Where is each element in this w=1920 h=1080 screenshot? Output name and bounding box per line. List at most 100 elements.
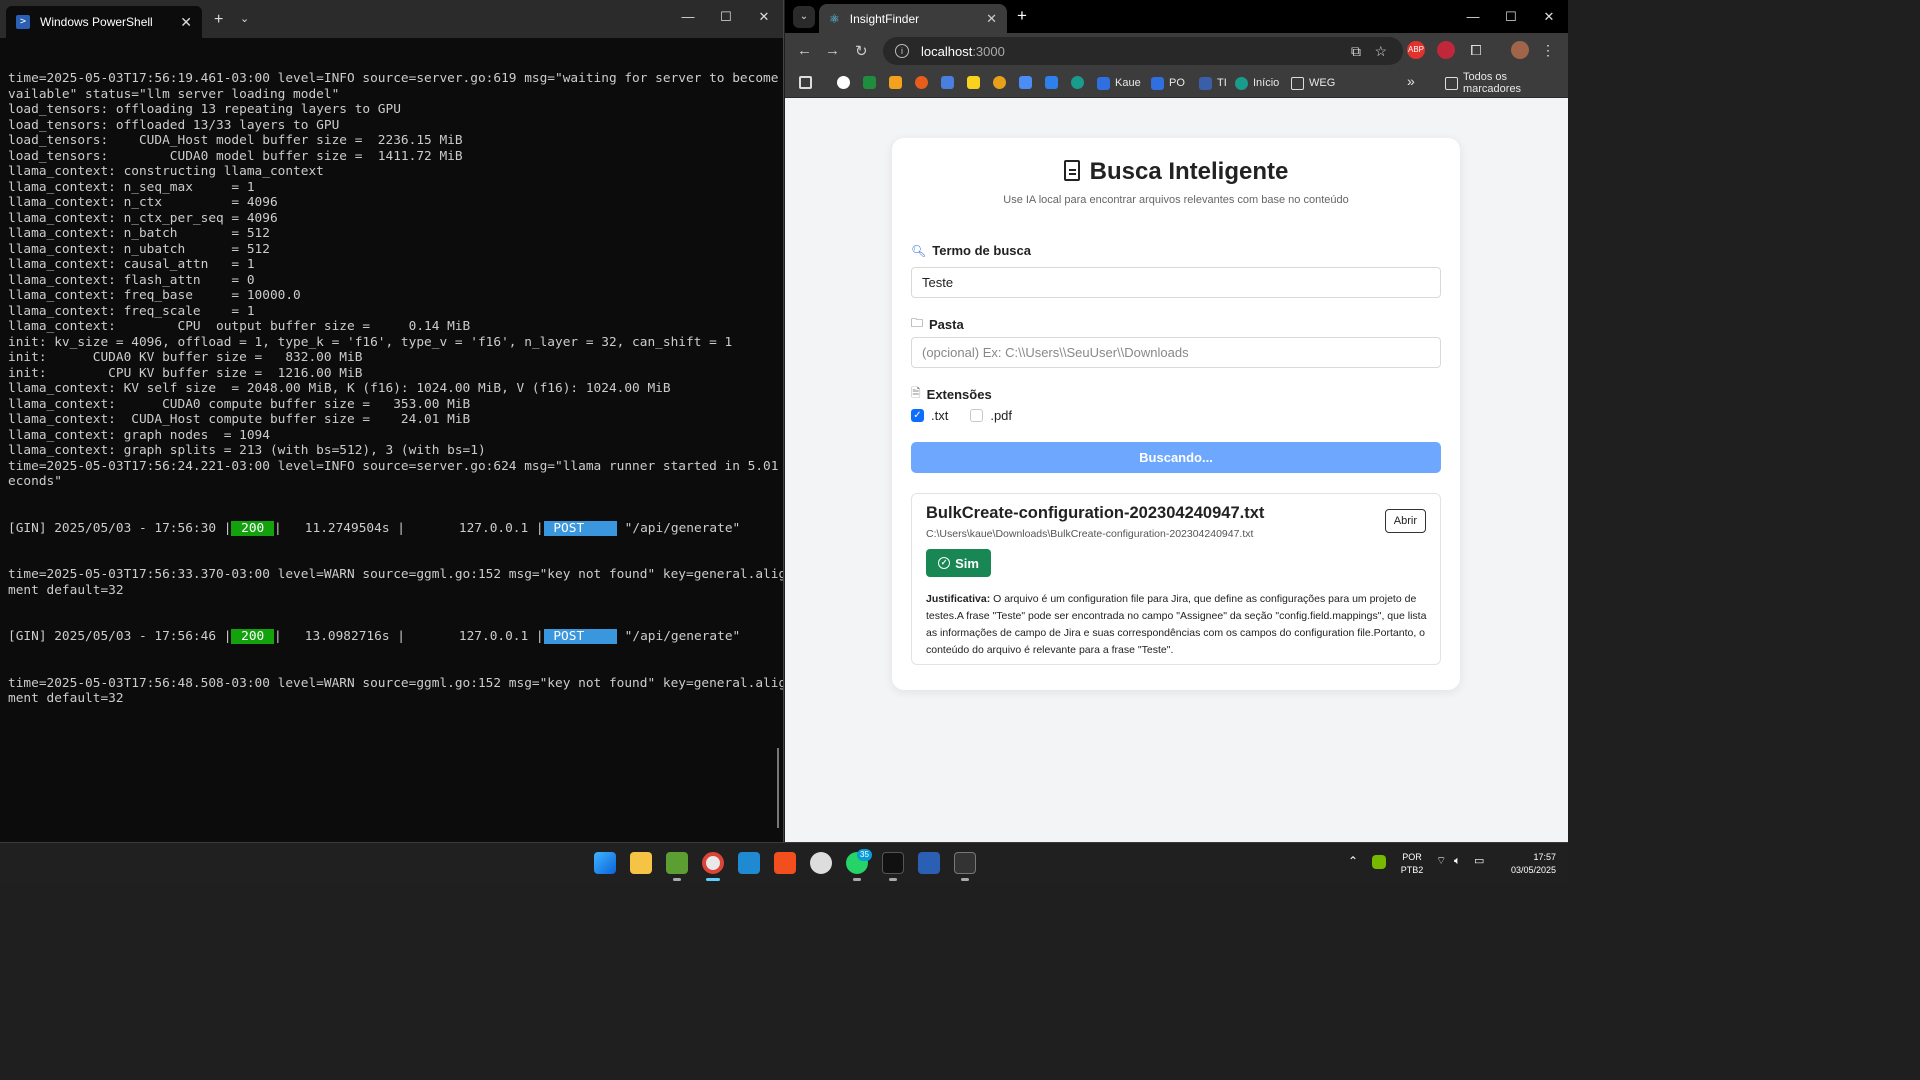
page-content: Busca Inteligente Use IA local para enco…: [785, 98, 1568, 842]
back-icon[interactable]: ←: [797, 42, 812, 59]
bookmark-ti[interactable]: TI: [1199, 75, 1227, 91]
search-input[interactable]: [911, 267, 1441, 298]
close-window-button[interactable]: ✕: [745, 0, 783, 34]
reload-icon[interactable]: ↻: [855, 42, 868, 60]
check-circle-icon: ✓: [938, 557, 951, 569]
bookmark-kaue[interactable]: Kaue: [1097, 75, 1141, 91]
bookmark-label: Início: [1253, 77, 1280, 89]
file-explorer-icon[interactable]: [630, 852, 652, 874]
adblock-icon[interactable]: ABP: [1407, 41, 1425, 59]
lang-bottom: PTB2: [1400, 865, 1424, 875]
maximize-button[interactable]: ☐: [1492, 0, 1530, 34]
nvidia-icon[interactable]: [1372, 855, 1386, 869]
bookmark-weg[interactable]: WEG: [1291, 75, 1335, 91]
figma-icon[interactable]: [774, 852, 796, 874]
powershell-taskbar-icon[interactable]: [918, 852, 940, 874]
folder-label: 🗀 Pasta: [911, 314, 964, 335]
docs-icon[interactable]: [941, 76, 954, 89]
new-tab-button[interactable]: +: [214, 11, 223, 29]
close-tab-icon[interactable]: ✕: [986, 11, 997, 27]
terminal-line: llama_context: CUDA_Host compute buffer …: [8, 412, 471, 427]
terminal-line: load_tensors: offloading 13 repeating la…: [8, 102, 401, 117]
wifi-icon[interactable]: ⌔: [1436, 855, 1446, 868]
result-path: C:\Users\kaue\Downloads\BulkCreate-confi…: [926, 528, 1254, 540]
chevron-down-icon[interactable]: ⌄: [240, 12, 249, 25]
terminal-output[interactable]: time=2025-05-03T17:56:19.461-03:00 level…: [0, 38, 783, 842]
google-icon[interactable]: [837, 76, 850, 89]
app-icon[interactable]: [882, 852, 904, 874]
react-icon: ⚛: [829, 11, 840, 26]
terminal-line: ment default=32: [8, 582, 124, 598]
avatar[interactable]: [1511, 41, 1529, 59]
translate-icon[interactable]: [1019, 76, 1032, 89]
terminal-line: ment default=32: [8, 691, 124, 706]
chrome-icon[interactable]: [702, 852, 724, 874]
github-desktop-icon[interactable]: [810, 852, 832, 874]
status-badge: 200: [231, 629, 274, 644]
folder-input[interactable]: [911, 337, 1441, 368]
terminal-icon[interactable]: [954, 852, 976, 874]
terminal-line: llama_context: n_ctx = 4096: [8, 195, 278, 210]
tab-insightfinder[interactable]: ⚛ InsightFinder ✕: [819, 4, 1007, 33]
minimize-button[interactable]: —: [1454, 0, 1492, 34]
new-tab-button[interactable]: +: [1017, 6, 1027, 26]
terminal-line: init: kv_size = 4096, offload = 1, type_…: [8, 334, 733, 350]
loop-icon[interactable]: [993, 76, 1006, 89]
txt-checkbox[interactable]: ✓: [911, 409, 924, 422]
extensions-puzzle-icon[interactable]: ⧠: [1467, 41, 1485, 59]
close-tab-icon[interactable]: ✕: [180, 14, 192, 31]
folder-icon: [1445, 76, 1458, 90]
install-app-icon[interactable]: ⧉: [1351, 43, 1361, 60]
justification-label: Justificativa:: [926, 593, 991, 605]
search-button[interactable]: Buscando...: [911, 442, 1441, 473]
all-bookmarks[interactable]: Todos os marcadores: [1445, 71, 1568, 95]
bookmark-star-icon[interactable]: ☆: [1374, 43, 1387, 60]
close-window-button[interactable]: ✕: [1530, 0, 1568, 34]
shield-icon[interactable]: [1045, 76, 1058, 89]
tab-search-button[interactable]: ⌄: [793, 6, 815, 28]
language-indicator[interactable]: POR PTB2: [1398, 851, 1426, 877]
extensions-group: ✓ .txt .pdf: [911, 408, 1012, 423]
apps-grid-icon[interactable]: [799, 76, 812, 89]
maximize-button[interactable]: ☐: [707, 0, 745, 34]
minimize-button[interactable]: —: [669, 0, 707, 34]
folder-icon: [1291, 76, 1304, 90]
site-info-icon[interactable]: i: [895, 44, 909, 58]
page-subtitle: Use IA local para encontrar arquivos rel…: [1003, 194, 1349, 206]
open-button[interactable]: Abrir: [1384, 509, 1426, 533]
miro-icon[interactable]: [967, 76, 980, 89]
terminal-line: time=2025-05-03T17:56:33.370-03:00 level…: [8, 567, 783, 582]
windows-start-icon[interactable]: [594, 852, 616, 874]
extensions-label-text: Extensões: [926, 387, 992, 402]
volume-icon[interactable]: 🔈︎: [1454, 855, 1461, 868]
battery-icon[interactable]: ▭: [1474, 855, 1484, 868]
forward-icon[interactable]: →: [825, 42, 840, 59]
pdf-checkbox[interactable]: [970, 409, 984, 422]
terminal-line: llama_context: freq_scale = 1: [8, 303, 255, 319]
powershell-tab[interactable]: > Windows PowerShell ✕: [6, 6, 202, 38]
clock[interactable]: 17:57 03/05/2025: [1500, 851, 1556, 877]
url-host: localhost: [921, 43, 973, 59]
analytics-icon[interactable]: [889, 76, 902, 89]
bookmark-po[interactable]: PO: [1151, 75, 1185, 91]
term-label: 🔍︎ Termo de busca: [911, 243, 1031, 258]
jira-icon: [1097, 76, 1110, 90]
menu-kebab-icon[interactable]: ⋮: [1539, 41, 1557, 59]
vscode-icon[interactable]: [738, 852, 760, 874]
sheets-icon[interactable]: [863, 76, 876, 89]
sharepoint-icon[interactable]: [1071, 76, 1084, 89]
folder-icon: 🗀: [911, 316, 924, 330]
address-bar[interactable]: i localhost:3000 ☆ ⧉: [883, 37, 1403, 65]
chrome-tabstrip: ⌄ ⚛ InsightFinder ✕ + — ☐ ✕: [785, 0, 1568, 33]
bookmarks-overflow-button[interactable]: »: [1407, 73, 1415, 89]
terminal-line: llama_context: CUDA0 compute buffer size…: [8, 396, 471, 412]
extension-icon[interactable]: [1437, 41, 1455, 59]
bookmark-inicio[interactable]: Início: [1235, 75, 1279, 91]
clock-time: 17:57: [1533, 852, 1556, 862]
terminal-scrollbar[interactable]: [777, 748, 779, 828]
terminal-line: init: CPU KV buffer size = 1216.00 MiB: [8, 365, 363, 381]
firebase-icon[interactable]: [915, 76, 928, 89]
notepad-icon[interactable]: [666, 852, 688, 874]
tray-chevron-icon[interactable]: ⌃: [1348, 855, 1358, 868]
bookmark-label: PO: [1169, 77, 1185, 89]
